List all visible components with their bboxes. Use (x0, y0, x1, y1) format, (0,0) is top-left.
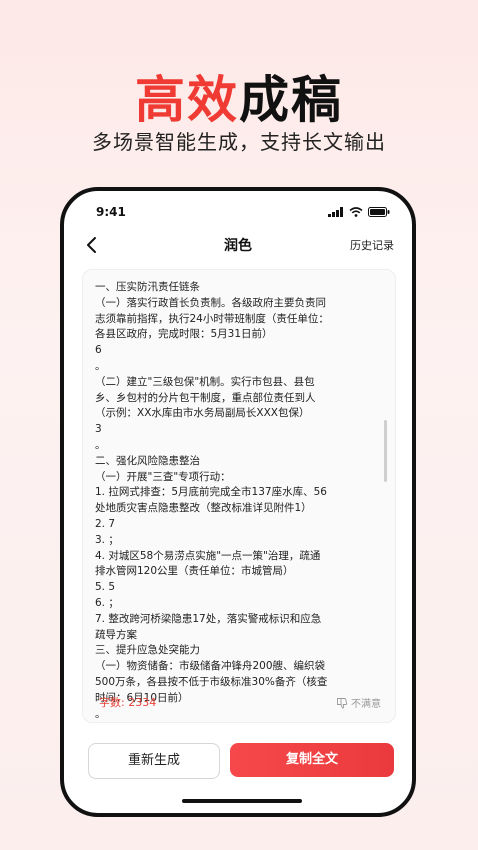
generated-text: 一、压实防汛责任链条 （一）落实行政首长负责制。各级政府主要负责同 志须靠前指挥，执… (95, 280, 385, 722)
nav-bar: 润色 历史记录 (64, 231, 412, 261)
content-line: （二）建立"三级包保"机制。实行市包县、县包 (95, 375, 315, 388)
content-line: （一）开展"三查"专项行动： (95, 470, 231, 483)
battery-icon (368, 207, 390, 217)
content-line: 6 (95, 344, 102, 357)
content-line: 1. 拉网式排查：5月底前完成全市137座水库、56 (95, 486, 327, 499)
content-line: 3. ； (95, 533, 119, 546)
content-line: 志须靠前指挥，执行24小时带班制度（责任单位： (95, 312, 329, 325)
scrollbar[interactable] (384, 420, 387, 482)
content-line: 三、提升应急处突能力 (95, 644, 200, 657)
hero-title: 高效成稿 (0, 60, 478, 132)
status-icons (328, 207, 390, 217)
result-card: 一、压实防汛责任链条 （一）落实行政首长负责制。各级政府主要负责同 志须靠前指挥，执… (82, 269, 396, 723)
wifi-icon (349, 207, 363, 217)
status-time: 9:41 (96, 205, 126, 219)
content-line: 3 (95, 423, 102, 436)
content-line: 处地质灾害点隐患整改（整改标准详见附件1） (95, 502, 312, 515)
content-line: 。 (95, 438, 106, 451)
content-line: （一）物资储备：市级储备冲锋舟200艘、编织袋 (95, 660, 326, 673)
unsatisfied-button[interactable]: 不满意 (336, 695, 381, 710)
content-line: 。 (95, 359, 106, 372)
phone-frame: 9:41 润色 历史记录 一、压实防汛责任链条 （一）落实行政首长负责制。各级政府… (60, 187, 416, 817)
content-line: 一、压实防汛责任链条 (95, 281, 200, 293)
content-line: 5. 5 (95, 581, 116, 594)
content-line: 疏导方案 (95, 628, 137, 641)
regenerate-button[interactable]: 重新生成 (88, 743, 220, 779)
hero-title-black: 成稿 (239, 71, 343, 129)
copy-all-button[interactable]: 复制全文 (230, 743, 394, 777)
history-link[interactable]: 历史记录 (350, 237, 394, 253)
signal-icon (328, 207, 343, 217)
hero-title-red: 高效 (135, 71, 239, 129)
content-line: 二、强化风险隐患整治 (95, 454, 200, 467)
content-line: 乡、乡包村的分片包干制度，重点部位责任到人 (95, 391, 316, 404)
content-line: 2. 7 (95, 517, 116, 530)
home-indicator (182, 799, 302, 803)
content-line: 500万条，各县按不低于市级标准30%备齐（核查 (95, 675, 328, 688)
unsatisfied-label: 不满意 (351, 699, 381, 710)
content-line: （一）落实行政首长负责制。各级政府主要负责同 (95, 296, 326, 309)
content-line: 各县区政府，完成时限：5月31日前） (95, 328, 273, 341)
content-line: 4. 对城区58个易涝点实施"一点一策"治理，疏通 (95, 549, 321, 562)
content-line: 7. 整改跨河桥梁隐患17处，落实警戒标识和应急 (95, 612, 322, 625)
content-line: （示例：XX水库由市水务局副局长XXX包保） (95, 407, 310, 420)
content-line: 排水管网120公里（责任单位：市城管局） (95, 565, 294, 578)
content-line: 6. ； (95, 596, 119, 609)
thumbs-down-icon (337, 697, 348, 708)
hero-subtitle: 多场景智能生成，支持长文输出 (92, 130, 386, 154)
status-bar: 9:41 (64, 205, 412, 225)
word-count: 字数: 2334 (99, 696, 157, 709)
